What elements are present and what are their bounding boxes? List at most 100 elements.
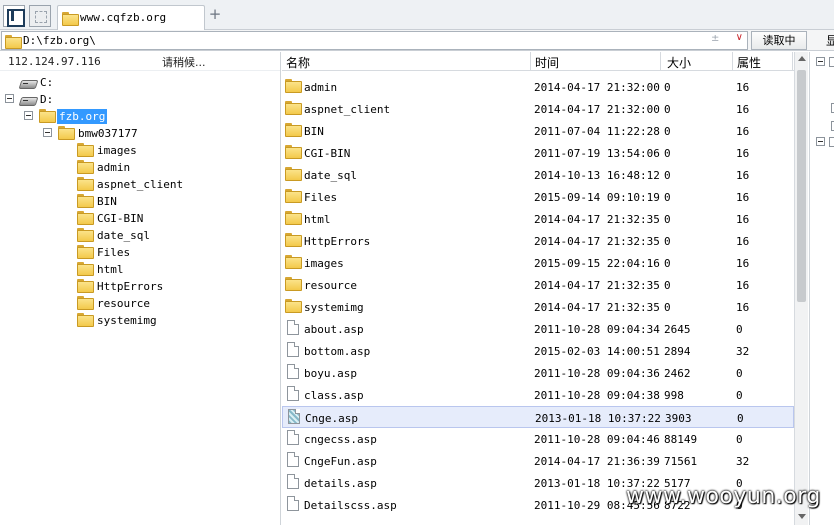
file-list-panel: 名称 时间 大小 属性 admin 2014-04-17 21:32:00 0 16 a… bbox=[282, 52, 808, 525]
file-attr: 16 bbox=[736, 191, 750, 204]
file-name: details.asp bbox=[304, 477, 377, 490]
file-attr: 32 bbox=[736, 345, 750, 358]
panel-toggle-button[interactable] bbox=[3, 5, 25, 27]
checkbox[interactable] bbox=[829, 57, 834, 67]
folder-icon bbox=[285, 277, 302, 291]
folder-icon bbox=[77, 245, 94, 259]
column-attr[interactable]: 属性 bbox=[737, 54, 761, 71]
file-row[interactable]: Cnge.asp 2013-01-18 10:37:22 3903 0 bbox=[282, 406, 794, 428]
column-time[interactable]: 时间 bbox=[535, 54, 559, 71]
file-row[interactable]: images 2015-09-15 22:04:16 0 16 bbox=[282, 252, 794, 274]
file-size: 2462 bbox=[664, 367, 691, 380]
file-attr: 16 bbox=[736, 81, 750, 94]
file-name: resource bbox=[304, 279, 357, 292]
blank-tab-button[interactable] bbox=[29, 5, 51, 27]
file-time: 2013-01-18 10:37:22 bbox=[535, 412, 661, 425]
file-time: 2011-10-28 09:04:36 bbox=[534, 367, 660, 380]
file-row[interactable]: about.asp 2011-10-28 09:04:34 2645 0 bbox=[282, 318, 794, 340]
server-ip: 112.124.97.116 bbox=[8, 55, 101, 68]
file-attr: 0 bbox=[736, 323, 743, 336]
file-row[interactable]: class.asp 2011-10-28 09:04:38 998 0 bbox=[282, 384, 794, 406]
side-panel bbox=[809, 52, 834, 525]
file-size: 3903 bbox=[665, 412, 692, 425]
tree-node-label: admin bbox=[97, 161, 131, 174]
file-time: 2014-10-13 16:48:12 bbox=[534, 169, 660, 182]
file-attr: 0 bbox=[737, 412, 744, 425]
folder-icon bbox=[285, 189, 302, 203]
file-row[interactable]: bottom.asp 2015-02-03 14:00:51 2894 32 bbox=[282, 340, 794, 362]
file-name: admin bbox=[304, 81, 338, 94]
file-name: images bbox=[304, 257, 344, 270]
file-icon bbox=[288, 409, 300, 424]
path-input[interactable]: D:\fzb.org\ ± ∨ bbox=[1, 31, 748, 50]
tree-node-label: date_sql bbox=[97, 229, 150, 242]
file-time: 2014-04-17 21:32:00 bbox=[534, 103, 660, 116]
file-time: 2011-07-04 11:22:28 bbox=[534, 125, 660, 138]
tree-node-label: C: bbox=[40, 76, 54, 89]
file-size: 0 bbox=[664, 301, 671, 314]
file-icon bbox=[287, 364, 299, 379]
chevron-down-icon[interactable]: ∨ bbox=[736, 32, 743, 43]
file-row[interactable]: admin 2014-04-17 21:32:00 0 16 bbox=[282, 76, 794, 98]
collapse-icon[interactable] bbox=[816, 137, 825, 146]
read-button[interactable]: 读取中 bbox=[751, 31, 807, 50]
file-size: 0 bbox=[664, 81, 671, 94]
file-time: 2011-10-28 09:04:46 bbox=[534, 433, 660, 446]
column-divider[interactable] bbox=[732, 52, 733, 71]
collapse-icon[interactable] bbox=[5, 94, 14, 103]
file-icon bbox=[287, 452, 299, 467]
file-name: bottom.asp bbox=[304, 345, 371, 358]
add-tab-button[interactable]: + bbox=[208, 6, 222, 22]
column-divider[interactable] bbox=[660, 52, 661, 71]
file-row[interactable]: systemimg 2014-04-17 21:32:35 0 16 bbox=[282, 296, 794, 318]
file-row[interactable]: boyu.asp 2011-10-28 09:04:36 2462 0 bbox=[282, 362, 794, 384]
column-name[interactable]: 名称 bbox=[286, 54, 310, 71]
file-row[interactable]: html 2014-04-17 21:32:35 0 16 bbox=[282, 208, 794, 230]
loading-status: 请稍候... bbox=[162, 56, 206, 69]
file-size: 0 bbox=[664, 235, 671, 248]
collapse-icon[interactable] bbox=[43, 128, 52, 137]
file-row[interactable]: cngecss.asp 2011-10-28 09:04:46 88149 0 bbox=[282, 428, 794, 450]
file-list-scrollbar[interactable] bbox=[794, 52, 808, 525]
file-time: 2011-10-28 09:04:34 bbox=[534, 323, 660, 336]
file-attr: 0 bbox=[736, 389, 743, 402]
file-time: 2011-07-19 13:54:06 bbox=[534, 147, 660, 160]
file-time: 2014-04-17 21:36:39 bbox=[534, 455, 660, 468]
file-attr: 16 bbox=[736, 147, 750, 160]
collapse-icon[interactable] bbox=[24, 111, 33, 120]
folder-icon bbox=[77, 160, 94, 174]
file-row[interactable]: CGI-BIN 2011-07-19 13:54:06 0 16 bbox=[282, 142, 794, 164]
file-name: Files bbox=[304, 191, 338, 204]
scroll-up-icon[interactable] bbox=[798, 56, 806, 61]
checkbox[interactable] bbox=[829, 137, 834, 147]
file-attr: 0 bbox=[736, 433, 743, 446]
file-row[interactable]: Files 2015-09-14 09:10:19 0 16 bbox=[282, 186, 794, 208]
file-size: 0 bbox=[664, 103, 671, 116]
folder-icon bbox=[77, 143, 94, 157]
column-header: 名称 时间 大小 属性 bbox=[282, 52, 808, 71]
file-row[interactable]: HttpErrors 2014-04-17 21:32:35 0 16 bbox=[282, 230, 794, 252]
column-divider[interactable] bbox=[530, 52, 531, 71]
file-row[interactable]: date_sql 2014-10-13 16:48:12 0 16 bbox=[282, 164, 794, 186]
column-divider[interactable] bbox=[792, 52, 793, 71]
file-time: 2014-04-17 21:32:00 bbox=[534, 81, 660, 94]
file-row[interactable]: aspnet_client 2014-04-17 21:32:00 0 16 bbox=[282, 98, 794, 120]
collapse-icon[interactable] bbox=[816, 57, 825, 66]
file-attr: 16 bbox=[736, 279, 750, 292]
file-name: Cnge.asp bbox=[305, 412, 358, 425]
folder-icon bbox=[62, 12, 79, 26]
scroll-down-icon[interactable] bbox=[798, 514, 806, 519]
column-size[interactable]: 大小 bbox=[667, 54, 691, 71]
scroll-thumb[interactable] bbox=[797, 70, 806, 302]
folder-icon bbox=[285, 255, 302, 269]
file-row[interactable]: resource 2014-04-17 21:32:35 0 16 bbox=[282, 274, 794, 296]
file-name: systemimg bbox=[304, 301, 364, 314]
file-attr: 32 bbox=[736, 455, 750, 468]
file-icon bbox=[287, 386, 299, 401]
file-name: CngeFun.asp bbox=[304, 455, 377, 468]
file-attr: 16 bbox=[736, 213, 750, 226]
file-row[interactable]: BIN 2011-07-04 11:22:28 0 16 bbox=[282, 120, 794, 142]
folder-icon bbox=[285, 101, 302, 115]
file-row[interactable]: CngeFun.asp 2014-04-17 21:36:39 71561 32 bbox=[282, 450, 794, 472]
tab-site[interactable]: www.cqfzb.org bbox=[57, 5, 205, 30]
